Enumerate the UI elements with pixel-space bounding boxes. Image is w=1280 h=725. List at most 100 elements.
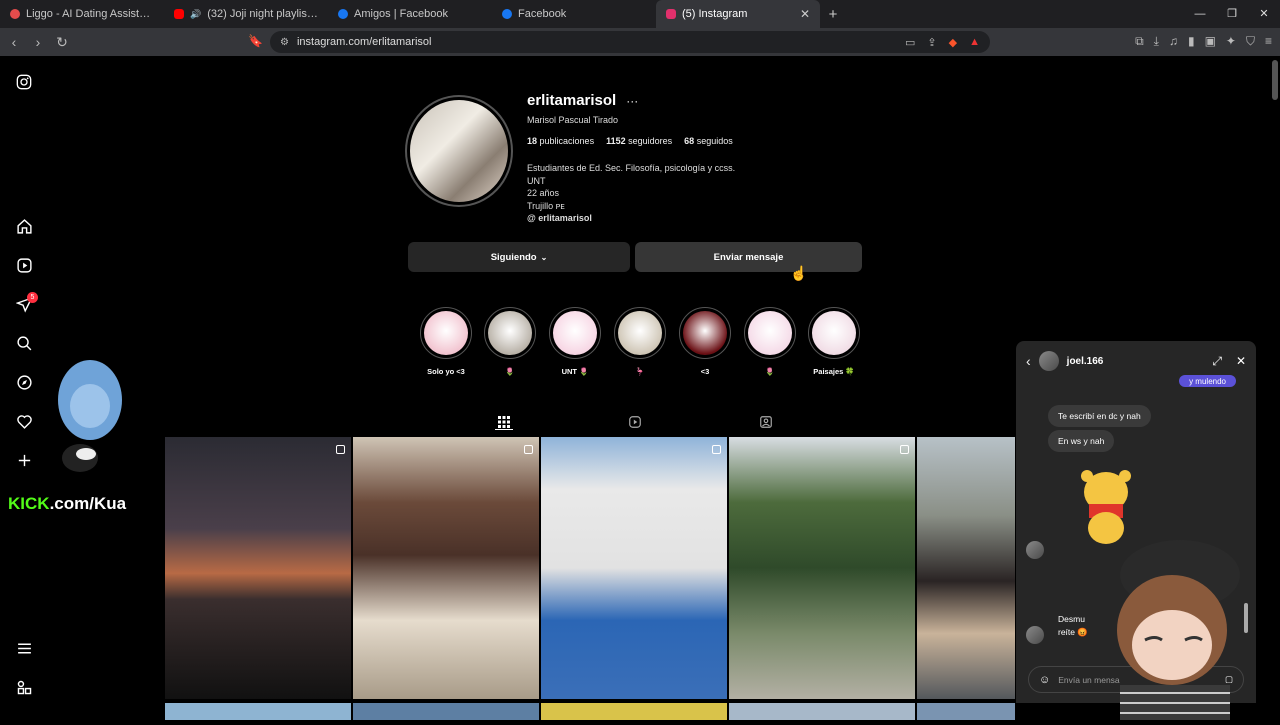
carousel-icon xyxy=(336,445,345,454)
close-tab-icon[interactable]: ✕ xyxy=(800,7,810,21)
post-thumbnail[interactable] xyxy=(353,703,539,720)
highlight-cover xyxy=(679,307,731,359)
wallet-icon[interactable]: ▣ xyxy=(1205,34,1216,49)
sidebar-toggle-icon[interactable]: ▮ xyxy=(1188,34,1195,49)
tab-title: Facebook xyxy=(518,8,567,20)
back-icon[interactable]: ‹ xyxy=(4,34,24,50)
plush-sticker-overlay xyxy=(56,358,124,480)
browser-tab[interactable]: Amigos | Facebook xyxy=(328,0,492,28)
threads-icon: @ xyxy=(527,213,536,223)
tagged-tab-icon[interactable] xyxy=(757,414,775,430)
close-window-icon[interactable]: ✕ xyxy=(1248,0,1280,28)
notifications-heart-icon[interactable] xyxy=(14,411,34,431)
pooh-sticker-image xyxy=(1071,466,1141,546)
tab-title: Amigos | Facebook xyxy=(354,8,448,20)
download-icon[interactable]: ⤓ xyxy=(1154,34,1159,49)
story-highlight[interactable]: <3 xyxy=(677,307,733,376)
close-icon[interactable]: ✕ xyxy=(1236,354,1246,369)
mouse-cursor-icon: ☝ xyxy=(790,265,808,281)
brave-shield-icon[interactable]: ◆ xyxy=(949,36,957,49)
extensions-icon[interactable]: ⧉ xyxy=(1135,34,1144,49)
browser-tab[interactable]: Liggo - AI Dating Assistant xyxy=(0,0,164,28)
more-options-icon[interactable]: ··· xyxy=(626,94,638,108)
brave-rewards-icon[interactable]: ▲ xyxy=(969,36,980,48)
following-button[interactable]: Siguiendo ⌄ xyxy=(408,242,630,272)
explore-icon[interactable] xyxy=(14,372,34,392)
kick-prefix: KICK xyxy=(8,494,50,513)
speaker-icon[interactable]: 🔊 xyxy=(190,9,201,20)
vpn-icon[interactable]: ⛉ xyxy=(1246,34,1255,49)
maximize-icon[interactable]: ❐ xyxy=(1216,0,1248,28)
profile-username: erlitamarisol xyxy=(527,92,617,109)
emoji-icon[interactable]: ☺ xyxy=(1039,674,1050,686)
minimize-icon[interactable]: — xyxy=(1184,0,1216,28)
facebook-icon xyxy=(502,9,512,19)
highlight-cover xyxy=(614,307,666,359)
post-thumbnail[interactable] xyxy=(165,437,351,699)
post-thumbnail[interactable] xyxy=(353,437,539,699)
new-tab-icon[interactable]: + xyxy=(820,6,846,23)
reels-tab-icon[interactable] xyxy=(626,414,644,430)
streamer-avatar-overlay xyxy=(1100,535,1250,720)
following-stat[interactable]: 68 seguidos xyxy=(684,136,733,146)
story-highlight[interactable]: Paisajes 🍀 xyxy=(806,307,862,376)
post-thumbnail[interactable] xyxy=(729,437,915,699)
posts-grid-tab-icon[interactable] xyxy=(495,414,513,430)
profile-avatar[interactable] xyxy=(405,95,513,207)
menu-icon[interactable]: ≡ xyxy=(1265,34,1272,49)
instagram-logo-icon[interactable] xyxy=(14,72,34,92)
carousel-icon xyxy=(712,445,721,454)
address-bar-icons: ▭ ⇪ ◆ ▲ xyxy=(905,36,980,49)
post-thumbnail[interactable] xyxy=(917,437,1015,699)
incoming-message: En ws y nah xyxy=(1048,430,1115,452)
site-settings-icon[interactable]: ⚙ xyxy=(280,37,289,48)
send-message-button[interactable]: Enviar mensaje xyxy=(635,242,862,272)
chat-contact-avatar[interactable] xyxy=(1038,351,1059,371)
sender-avatar xyxy=(1026,541,1044,559)
forward-icon[interactable]: › xyxy=(28,34,48,50)
reload-icon[interactable]: ↻ xyxy=(52,34,72,51)
cast-icon[interactable]: ▭ xyxy=(905,36,915,49)
create-plus-icon[interactable] xyxy=(14,450,34,470)
bio-line: 22 años xyxy=(527,188,560,198)
story-highlight[interactable]: Solo yo <3 xyxy=(418,307,474,376)
notification-badge: 5 xyxy=(27,292,38,303)
window-controls: — ❐ ✕ xyxy=(1184,0,1280,28)
bio-line: UNT xyxy=(527,175,546,186)
post-thumbnail[interactable] xyxy=(541,437,727,699)
chat-back-icon[interactable]: ‹ xyxy=(1026,353,1031,369)
chat-contact-name[interactable]: joel.166 xyxy=(1067,356,1104,367)
post-thumbnail[interactable] xyxy=(917,703,1015,720)
post-thumbnail[interactable] xyxy=(541,703,727,720)
threads-link[interactable]: @ erlitamarisol xyxy=(527,212,735,225)
post-thumbnail[interactable] xyxy=(729,703,915,720)
url-text[interactable]: instagram.com/erlitamarisol xyxy=(297,36,431,48)
followers-stat[interactable]: 1152 seguidores xyxy=(606,136,672,146)
media-icon[interactable]: ♫ xyxy=(1169,34,1178,49)
story-highlight[interactable]: 🌷 xyxy=(482,307,538,376)
expand-icon[interactable]: ⤢ xyxy=(1212,354,1222,369)
browser-tab[interactable]: 🔊 (32) Joji night playlist | pt.1 - Yo xyxy=(164,0,328,28)
profile-stats: 18 publicaciones 1152 seguidores 68 segu… xyxy=(527,136,733,146)
address-bar[interactable]: ⚙ instagram.com/erlitamarisol ▭ ⇪ ◆ ▲ xyxy=(270,31,990,53)
story-highlight[interactable]: 🦩 xyxy=(612,307,668,376)
reels-icon[interactable] xyxy=(14,255,34,275)
highlight-label: <3 xyxy=(700,367,710,376)
page-scrollbar[interactable] xyxy=(1272,60,1278,100)
search-icon[interactable] xyxy=(14,333,34,353)
highlight-label: UNT 🌷 xyxy=(561,367,589,376)
share-icon[interactable]: ⇪ xyxy=(927,36,936,49)
leo-ai-icon[interactable]: ✦ xyxy=(1226,34,1236,49)
posts-grid xyxy=(165,437,1015,720)
story-highlight[interactable]: UNT 🌷 xyxy=(547,307,603,376)
home-icon[interactable] xyxy=(14,216,34,236)
carousel-icon xyxy=(524,445,533,454)
browser-tab-active[interactable]: (5) Instagram ✕ xyxy=(656,0,820,28)
post-thumbnail[interactable] xyxy=(165,703,351,720)
highlight-cover xyxy=(808,307,860,359)
story-highlight[interactable]: 🌷 xyxy=(742,307,798,376)
more-menu-icon[interactable] xyxy=(14,638,34,658)
also-from-meta-icon[interactable] xyxy=(14,677,34,697)
browser-tab[interactable]: Facebook xyxy=(492,0,656,28)
bookmark-icon[interactable]: 🔖 xyxy=(248,34,263,48)
